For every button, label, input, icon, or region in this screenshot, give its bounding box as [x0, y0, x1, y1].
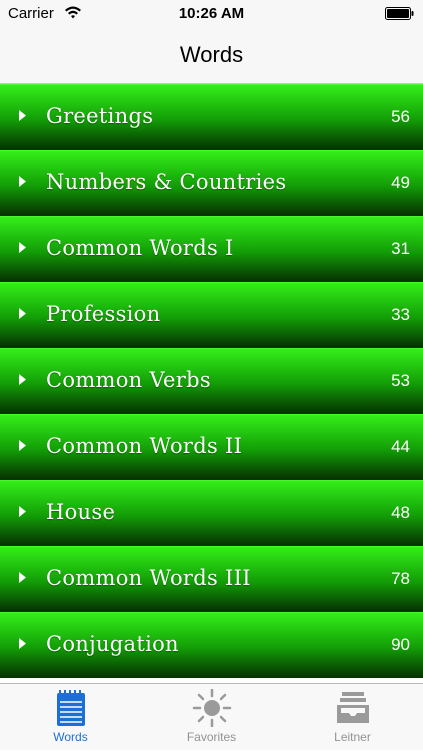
category-label: Common Verbs: [46, 368, 211, 392]
clock-time: 10:26 AM: [178, 5, 245, 22]
category-label: Common Words III: [46, 566, 251, 590]
category-list: Greetings 56 Numbers & Countries 49 Comm…: [0, 84, 423, 683]
category-label: Numbers & Countries: [46, 170, 287, 194]
status-bar: Carrier 10:26 AM: [0, 0, 423, 28]
inbox-tray-icon: [282, 689, 423, 730]
category-label: Conjugation: [46, 632, 179, 656]
disclosure-arrow-icon: [18, 241, 27, 259]
disclosure-arrow-icon: [18, 109, 27, 127]
category-row-profession[interactable]: Profession 33: [0, 282, 423, 348]
category-label: Common Words I: [46, 236, 234, 260]
category-row-conjugation[interactable]: Conjugation 90: [0, 612, 423, 678]
disclosure-arrow-icon: [18, 307, 27, 325]
navigation-bar: Words: [0, 28, 423, 84]
category-count: 33: [391, 305, 410, 324]
category-row-common-verbs[interactable]: Common Verbs 53: [0, 348, 423, 414]
tab-label: Words: [53, 730, 88, 744]
page-title: Words: [179, 42, 244, 67]
category-row-house[interactable]: House 48: [0, 480, 423, 546]
notepad-icon: [0, 689, 141, 732]
disclosure-arrow-icon: [18, 571, 27, 589]
tab-favorites[interactable]: Favorites: [141, 684, 282, 751]
disclosure-arrow-icon: [18, 637, 27, 655]
category-count: 90: [391, 635, 410, 654]
tab-label: Favorites: [186, 730, 237, 744]
disclosure-arrow-icon: [18, 175, 27, 193]
tab-leitner[interactable]: Leitner: [282, 684, 423, 751]
category-label: Common Words II: [46, 434, 243, 458]
disclosure-arrow-icon: [18, 505, 27, 523]
tab-label: Leitner: [334, 730, 371, 744]
tab-words[interactable]: Words: [0, 684, 141, 751]
category-label: House: [46, 500, 116, 524]
category-count: 49: [391, 173, 410, 192]
sun-icon: [141, 688, 282, 732]
disclosure-arrow-icon: [18, 439, 27, 457]
category-row-greetings[interactable]: Greetings 56: [0, 84, 423, 150]
tab-bar: Words Favorites Leitner: [0, 683, 423, 750]
category-count: 48: [391, 503, 410, 522]
category-count: 31: [391, 239, 410, 258]
category-row-numbers-countries[interactable]: Numbers & Countries 49: [0, 150, 423, 216]
category-row-common-words-3[interactable]: Common Words III 78: [0, 546, 423, 612]
category-count: 78: [391, 569, 410, 588]
category-label: Greetings: [46, 104, 154, 128]
disclosure-arrow-icon: [18, 373, 27, 391]
category-row-common-words-2[interactable]: Common Words II 44: [0, 414, 423, 480]
battery-icon: [385, 7, 415, 24]
category-label: Profession: [46, 302, 161, 326]
category-row-common-words-1[interactable]: Common Words I 31: [0, 216, 423, 282]
category-count: 44: [391, 437, 410, 456]
category-count: 53: [391, 371, 410, 390]
category-count: 56: [391, 107, 410, 126]
